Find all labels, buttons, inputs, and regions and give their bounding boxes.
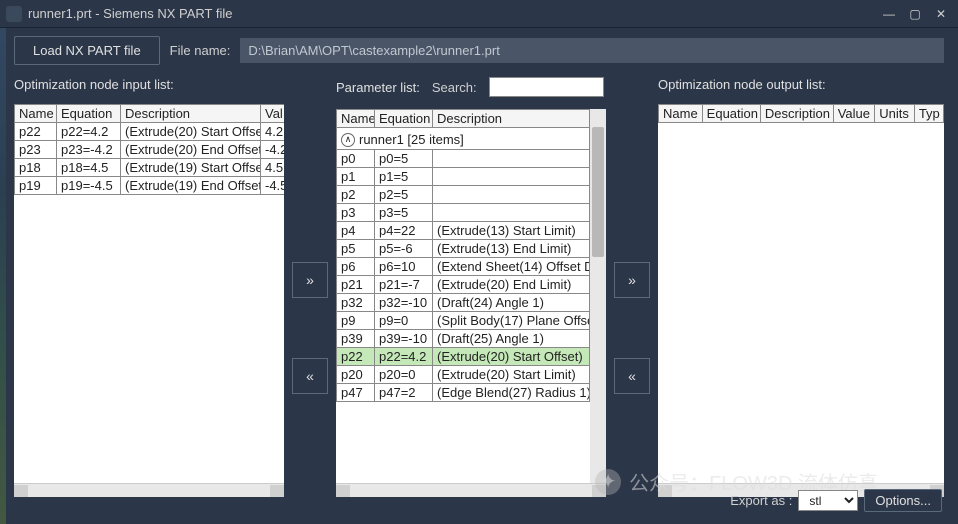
load-nx-part-button[interactable]: Load NX PART file (14, 36, 160, 65)
table-row[interactable]: p39p39=-10(Draft(25) Angle 1) (337, 330, 590, 348)
app-icon (6, 6, 22, 22)
input-list-panel: Optimization node input list: Name Equat… (14, 77, 284, 499)
table-row[interactable]: p32p32=-10(Draft(24) Angle 1) (337, 294, 590, 312)
col-type[interactable]: Typ (914, 105, 943, 123)
filename-label: File name: (170, 43, 231, 58)
table-row[interactable]: p22p22=4.2(Extrude(20) Start Offset) (337, 348, 590, 366)
parameter-list-title: Parameter list: (336, 80, 420, 95)
move-right-button[interactable]: » (292, 262, 328, 298)
col-name[interactable]: Name (337, 110, 375, 128)
input-list-title: Optimization node input list: (14, 77, 284, 92)
move-left-button[interactable]: « (614, 358, 650, 394)
table-row[interactable]: p2p2=5 (337, 186, 590, 204)
table-row[interactable]: p21p21=-7(Extrude(20) End Limit) (337, 276, 590, 294)
toolbar: Load NX PART file File name: (0, 28, 958, 73)
output-list-panel: Optimization node output list: Name Equa… (658, 77, 944, 499)
search-label: Search: (432, 80, 477, 95)
col-equation[interactable]: Equation (375, 110, 433, 128)
table-row[interactable]: p22p22=4.2(Extrude(20) Start Offset)4.2 (15, 123, 285, 141)
table-row[interactable]: p20p20=0(Extrude(20) Start Limit) (337, 366, 590, 384)
hscrollbar[interactable] (336, 483, 606, 497)
move-left-button[interactable]: « (292, 358, 328, 394)
table-row[interactable]: p23p23=-4.2(Extrude(20) End Offset)-4.2 (15, 141, 285, 159)
col-value[interactable]: Val (261, 105, 285, 123)
table-row[interactable]: p19p19=-4.5(Extrude(19) End Offset)-4.5 (15, 177, 285, 195)
hscrollbar[interactable] (14, 483, 284, 497)
table-row[interactable]: p18p18=4.5(Extrude(19) Start Offset)4.5 (15, 159, 285, 177)
table-row[interactable]: p6p6=10(Extend Sheet(14) Offset D (337, 258, 590, 276)
move-right-button[interactable]: » (614, 262, 650, 298)
table-row[interactable]: p9p9=0(Split Body(17) Plane Offset (337, 312, 590, 330)
parameter-list-table[interactable]: Name Equation Description ∧runner1 [25 i… (336, 109, 606, 497)
input-list-table[interactable]: Name Equation Description Val p22p22=4.2… (14, 104, 284, 497)
col-equation[interactable]: Equation (702, 105, 760, 123)
col-equation[interactable]: Equation (57, 105, 121, 123)
col-description[interactable]: Description (760, 105, 833, 123)
vscrollbar[interactable] (590, 109, 606, 483)
options-button[interactable]: Options... (864, 489, 942, 512)
search-input[interactable] (489, 77, 604, 97)
output-list-title: Optimization node output list: (658, 77, 944, 92)
table-row[interactable]: p47p47=2(Edge Blend(27) Radius 1) (337, 384, 590, 402)
parameter-list-panel: Parameter list: Search: Name Equation De… (336, 77, 606, 499)
table-row[interactable]: p3p3=5 (337, 204, 590, 222)
collapse-icon[interactable]: ∧ (341, 133, 355, 147)
titlebar: runner1.prt - Siemens NX PART file — ▢ ✕ (0, 0, 958, 28)
table-row[interactable]: p0p0=5 (337, 150, 590, 168)
table-row[interactable]: p5p5=-6(Extrude(13) End Limit) (337, 240, 590, 258)
table-row[interactable]: p1p1=5 (337, 168, 590, 186)
minimize-button[interactable]: — (878, 5, 900, 23)
export-row: Export as : stl Options... (730, 489, 942, 512)
col-value[interactable]: Value (833, 105, 875, 123)
close-button[interactable]: ✕ (930, 5, 952, 23)
col-description[interactable]: Description (433, 110, 590, 128)
col-name[interactable]: Name (659, 105, 703, 123)
col-units[interactable]: Units (875, 105, 915, 123)
col-name[interactable]: Name (15, 105, 57, 123)
group-row[interactable]: ∧runner1 [25 items] (337, 128, 590, 150)
window-title: runner1.prt - Siemens NX PART file (28, 6, 878, 21)
filename-field[interactable] (240, 38, 944, 63)
table-row[interactable]: p4p4=22(Extrude(13) Start Limit) (337, 222, 590, 240)
export-format-select[interactable]: stl (798, 490, 858, 511)
col-description[interactable]: Description (121, 105, 261, 123)
maximize-button[interactable]: ▢ (904, 5, 926, 23)
output-list-table[interactable]: Name Equation Description Value Units Ty… (658, 104, 944, 497)
export-label: Export as : (730, 493, 792, 508)
